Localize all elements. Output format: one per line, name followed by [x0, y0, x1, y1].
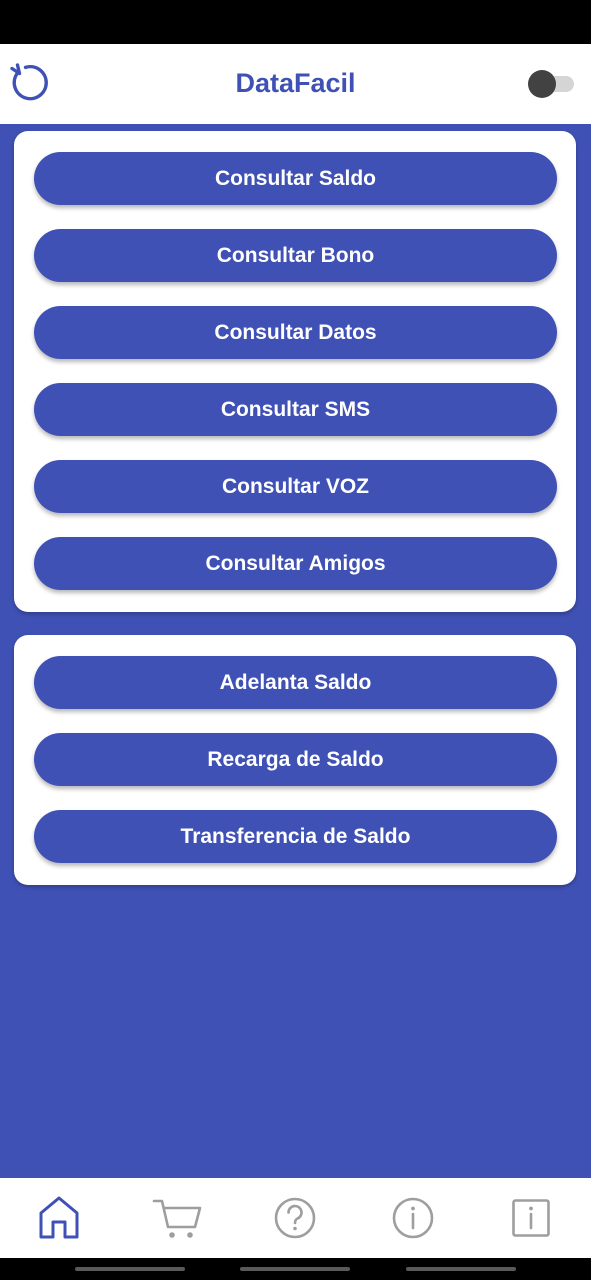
cart-icon: [152, 1199, 202, 1238]
transferencia-saldo-button[interactable]: Transferencia de Saldo: [34, 810, 557, 863]
system-nav-pill[interactable]: [75, 1267, 185, 1271]
adelanta-saldo-button[interactable]: Adelanta Saldo: [34, 656, 557, 709]
system-nav-pill[interactable]: [240, 1267, 350, 1271]
recarga-saldo-button[interactable]: Recarga de Saldo: [34, 733, 557, 786]
system-nav-pill[interactable]: [406, 1267, 516, 1271]
nav-help[interactable]: [267, 1192, 323, 1244]
bottom-nav: [0, 1178, 591, 1258]
nav-cart[interactable]: [149, 1192, 205, 1244]
info-circle-icon: [392, 1197, 434, 1239]
saldo-card: Adelanta Saldo Recarga de Saldo Transfer…: [14, 635, 576, 885]
help-circle-icon: [274, 1197, 316, 1239]
consultar-sms-button[interactable]: Consultar SMS: [34, 383, 557, 436]
info-square-icon: [512, 1199, 550, 1237]
consultar-bono-button[interactable]: Consultar Bono: [34, 229, 557, 282]
theme-toggle[interactable]: [528, 70, 576, 98]
consultar-amigos-button[interactable]: Consultar Amigos: [34, 537, 557, 590]
home-icon: [39, 1196, 79, 1239]
app-title: DataFacil: [235, 68, 356, 98]
nav-about[interactable]: [503, 1192, 559, 1244]
consultar-saldo-button[interactable]: Consultar Saldo: [34, 152, 557, 205]
status-bar: [0, 0, 591, 44]
consultar-voz-button[interactable]: Consultar VOZ: [34, 460, 557, 513]
system-navigation-bar: [0, 1258, 591, 1280]
nav-info[interactable]: [385, 1192, 441, 1244]
nav-home[interactable]: [31, 1192, 87, 1244]
consultar-datos-button[interactable]: Consultar Datos: [34, 306, 557, 359]
consultas-card: Consultar Saldo Consultar Bono Consultar…: [14, 131, 576, 612]
app-header: DataFacil: [0, 44, 591, 124]
toggle-thumb: [528, 70, 556, 98]
